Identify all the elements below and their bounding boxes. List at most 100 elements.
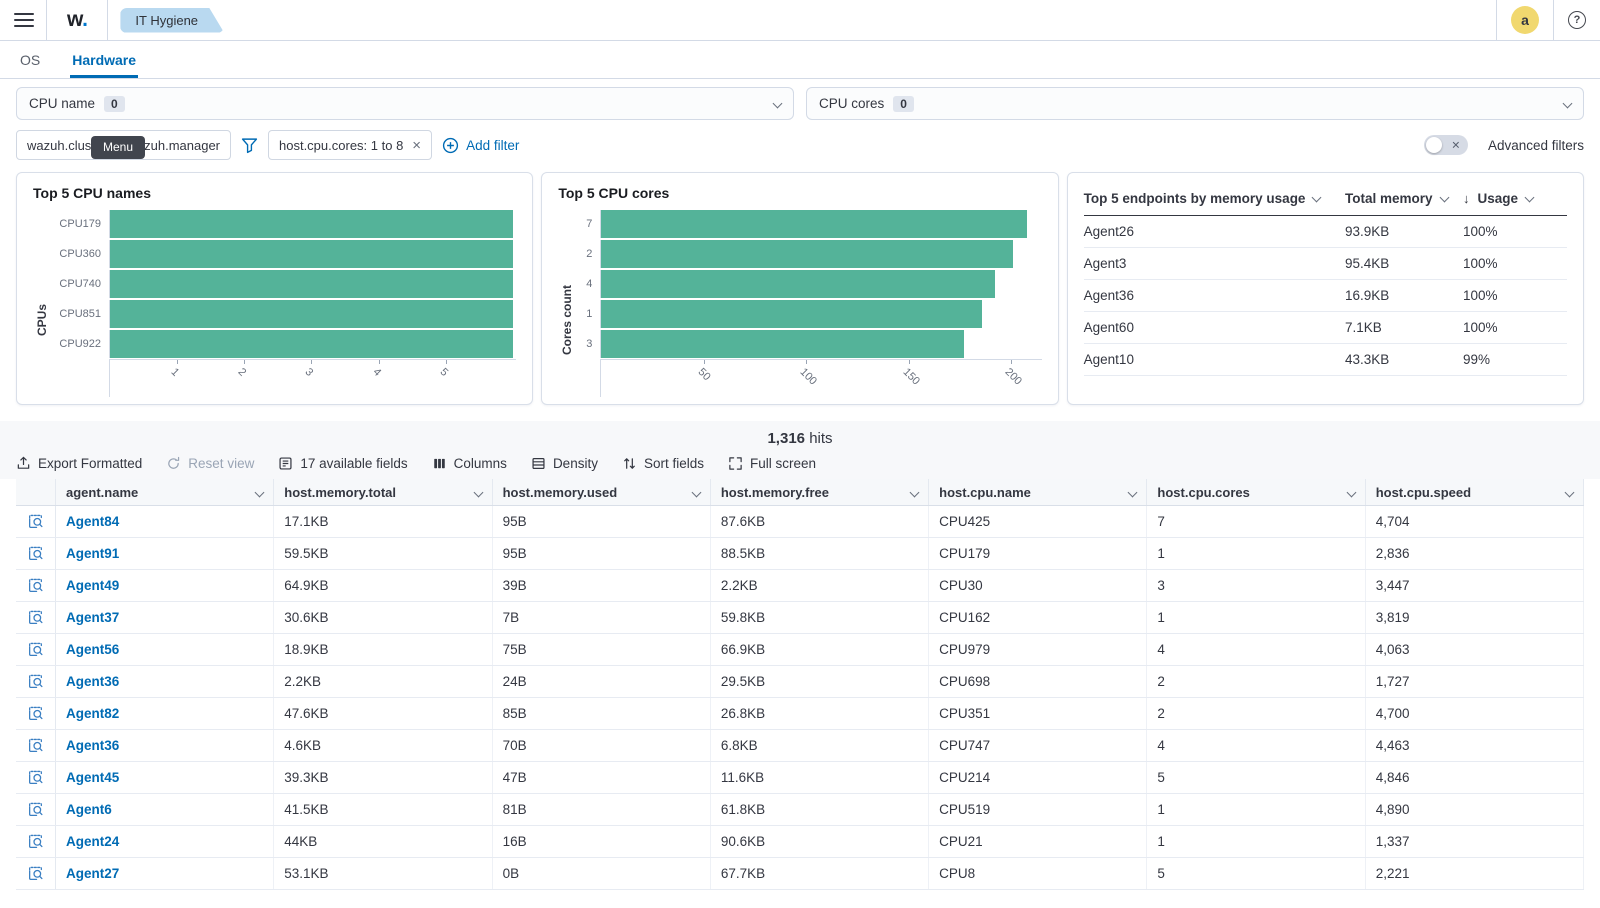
bar[interactable] bbox=[601, 330, 964, 358]
x-tick-label: 100 bbox=[797, 366, 820, 388]
chevron-down-icon bbox=[1127, 487, 1138, 497]
expand-document-icon[interactable] bbox=[27, 545, 44, 562]
expand-document-icon[interactable] bbox=[27, 641, 44, 658]
filter-selects-row: CPU name 0 CPU cores 0 bbox=[16, 87, 1584, 120]
bar[interactable] bbox=[110, 210, 513, 238]
agent-link[interactable]: Agent45 bbox=[66, 770, 119, 785]
expand-document-icon[interactable] bbox=[27, 673, 44, 690]
avatar[interactable]: a bbox=[1511, 6, 1539, 34]
cell-host-memory-free: 66.9KB bbox=[711, 634, 930, 665]
menu-icon[interactable] bbox=[14, 13, 34, 27]
bar[interactable] bbox=[601, 210, 1028, 238]
cell-host-cpu-name: CPU519 bbox=[929, 794, 1148, 825]
agent-link[interactable]: Agent82 bbox=[66, 706, 119, 721]
full-screen-button[interactable]: Full screen bbox=[728, 456, 816, 471]
bar[interactable] bbox=[110, 330, 513, 358]
expand-document-icon[interactable] bbox=[27, 737, 44, 754]
header-total-memory[interactable]: Total memory bbox=[1345, 191, 1463, 206]
cell-host-memory-free: 2.2KB bbox=[711, 570, 930, 601]
filter-pill-row: wazuh.cluste wazuh.manager Menu host.cpu… bbox=[16, 130, 1584, 160]
column-header-host-memory-free[interactable]: host.memory.free bbox=[711, 479, 930, 505]
cell-host-memory-total: 41.5KB bbox=[274, 794, 493, 825]
tick-mark bbox=[445, 360, 447, 364]
cell-host-cpu-name: CPU351 bbox=[929, 698, 1148, 729]
sort-fields-button[interactable]: Sort fields bbox=[622, 456, 704, 471]
agent-link[interactable]: Agent36 bbox=[66, 674, 119, 689]
cell-host-cpu-cores: 4 bbox=[1147, 634, 1366, 665]
cell-host-memory-total: 47.6KB bbox=[274, 698, 493, 729]
add-filter-button[interactable]: Add filter bbox=[442, 137, 519, 154]
bar[interactable] bbox=[601, 270, 995, 298]
column-header-agent-name[interactable]: agent.name bbox=[56, 479, 275, 505]
agent-link[interactable]: Agent84 bbox=[66, 514, 119, 529]
tab-os[interactable]: OS bbox=[18, 44, 42, 78]
row-control-cell bbox=[16, 698, 56, 729]
bar-track bbox=[109, 330, 516, 358]
cell-host-memory-free: 87.6KB bbox=[711, 506, 930, 537]
expand-document-icon[interactable] bbox=[27, 513, 44, 530]
cell-host-cpu-speed: 4,846 bbox=[1366, 762, 1584, 793]
17-available-fields-button[interactable]: 17 available fields bbox=[278, 456, 408, 471]
filter-funnel-icon[interactable] bbox=[241, 137, 258, 154]
expand-document-icon[interactable] bbox=[27, 865, 44, 882]
expand-document-icon[interactable] bbox=[27, 705, 44, 722]
cpu-cores-select[interactable]: CPU cores 0 bbox=[806, 87, 1584, 120]
filter-pill-cpu-cores[interactable]: host.cpu.cores: 1 to 8 × bbox=[268, 130, 433, 160]
agent-link[interactable]: Agent91 bbox=[66, 546, 119, 561]
cell-host-memory-free: 11.6KB bbox=[711, 762, 930, 793]
cell-host-memory-used: 81B bbox=[493, 794, 711, 825]
bar-row: CPU179 bbox=[51, 209, 516, 239]
chart-body: 7 2 4 1 3 50 100 150 200 bbox=[576, 209, 1042, 397]
cell-agent-name: Agent91 bbox=[56, 538, 275, 569]
bar[interactable] bbox=[110, 300, 513, 328]
agent-link[interactable]: Agent24 bbox=[66, 834, 119, 849]
column-header-host-memory-total[interactable]: host.memory.total bbox=[274, 479, 493, 505]
agent-link[interactable]: Agent36 bbox=[66, 738, 119, 753]
cell-host-cpu-speed: 4,463 bbox=[1366, 730, 1584, 761]
expand-document-icon[interactable] bbox=[27, 577, 44, 594]
chevron-down-icon bbox=[473, 487, 484, 497]
columns-icon bbox=[432, 456, 447, 471]
expand-document-icon[interactable] bbox=[27, 609, 44, 626]
bar-track bbox=[109, 300, 516, 328]
table-row: Agent24 44KB 16B 90.6KB CPU21 1 1,337 bbox=[16, 826, 1584, 858]
column-header-host-cpu-name[interactable]: host.cpu.name bbox=[929, 479, 1148, 505]
filter-pill-cluster[interactable]: wazuh.cluste wazuh.manager Menu bbox=[16, 130, 231, 160]
plus-circle-icon bbox=[442, 137, 459, 154]
header-usage[interactable]: ↓ Usage bbox=[1463, 191, 1567, 206]
select-label: CPU name bbox=[29, 96, 96, 111]
expand-document-icon[interactable] bbox=[27, 769, 44, 786]
agent-link[interactable]: Agent37 bbox=[66, 610, 119, 625]
table-row: Agent36 4.6KB 70B 6.8KB CPU747 4 4,463 bbox=[16, 730, 1584, 762]
column-header-host-cpu-cores[interactable]: host.cpu.cores bbox=[1147, 479, 1366, 505]
cell-agent-name: Agent82 bbox=[56, 698, 275, 729]
advanced-filters-toggle[interactable]: × bbox=[1423, 135, 1468, 155]
row-control-cell bbox=[16, 538, 56, 569]
column-header-host-memory-used[interactable]: host.memory.used bbox=[493, 479, 711, 505]
tab-hardware[interactable]: Hardware bbox=[70, 44, 139, 78]
bar[interactable] bbox=[601, 300, 983, 328]
expand-document-icon[interactable] bbox=[27, 833, 44, 850]
agent-link[interactable]: Agent27 bbox=[66, 866, 119, 881]
help-icon[interactable]: ? bbox=[1568, 11, 1586, 29]
bar-row: CPU740 bbox=[51, 269, 516, 299]
cell-agent-name: Agent24 bbox=[56, 826, 275, 857]
close-icon[interactable]: × bbox=[412, 138, 421, 153]
agent-link[interactable]: Agent6 bbox=[66, 802, 112, 817]
category-label: CPU740 bbox=[59, 278, 101, 290]
column-header-host-cpu-speed[interactable]: host.cpu.speed bbox=[1366, 479, 1584, 505]
cell-host-cpu-speed: 4,704 bbox=[1366, 506, 1584, 537]
agent-link[interactable]: Agent56 bbox=[66, 642, 119, 657]
export-formatted-button[interactable]: Export Formatted bbox=[16, 456, 142, 471]
cpu-name-select[interactable]: CPU name 0 bbox=[16, 87, 794, 120]
wazuh-logo[interactable]: w. bbox=[47, 8, 107, 32]
density-button[interactable]: Density bbox=[531, 456, 598, 471]
expand-document-icon[interactable] bbox=[27, 801, 44, 818]
columns-button[interactable]: Columns bbox=[432, 456, 507, 471]
breadcrumb[interactable]: IT Hygiene bbox=[120, 8, 224, 33]
bar[interactable] bbox=[601, 240, 1013, 268]
agent-link[interactable]: Agent49 bbox=[66, 578, 119, 593]
bar[interactable] bbox=[110, 270, 513, 298]
header-endpoints[interactable]: Top 5 endpoints by memory usage bbox=[1084, 191, 1345, 206]
bar[interactable] bbox=[110, 240, 513, 268]
